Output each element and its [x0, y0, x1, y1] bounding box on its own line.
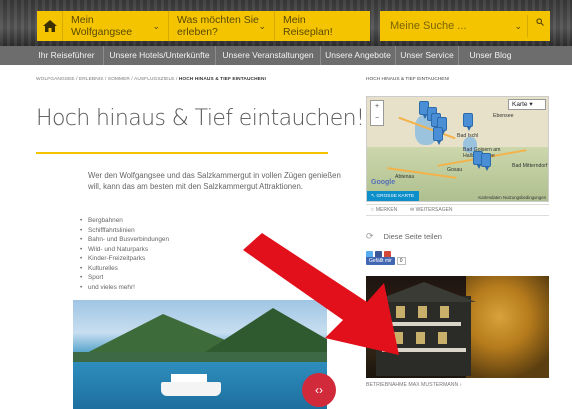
list-item: Schifffahrtslinien: [80, 226, 169, 236]
lake-photo: [73, 300, 327, 409]
attractions-list: Bergbahnen Schifffahrtslinien Bahn- und …: [80, 216, 169, 292]
list-item: Bahn- und Busverbindungen: [80, 235, 169, 245]
photo-window: [438, 332, 447, 344]
menu-item-veranstaltungen[interactable]: Unsere Veranstaltungen: [216, 46, 321, 65]
photo-caption[interactable]: BETRIEBNAHME MAX MUSTERMANN ›: [366, 382, 461, 388]
list-item: Sport: [80, 273, 169, 283]
photo-balcony: [386, 322, 461, 326]
list-item: und vieles mehr!: [80, 283, 169, 293]
mail-icon: ✉: [410, 207, 415, 213]
search-box[interactable]: Meine Suche ... ⌄: [380, 11, 550, 41]
photo-window: [416, 332, 425, 344]
menu-item-reisefuehrer[interactable]: Ihr Reiseführer: [30, 46, 104, 65]
photo-shore: [73, 352, 327, 362]
photo-balcony: [382, 348, 466, 352]
photo-window: [440, 306, 449, 318]
map-label-abtenau: Abtenau: [395, 174, 415, 180]
share-icon: ⟳: [366, 231, 374, 241]
search-input[interactable]: Meine Suche ...: [390, 20, 466, 32]
map-marker[interactable]: [463, 113, 473, 131]
map-label-bad-ischl: Bad Ischl: [457, 133, 479, 139]
breadcrumb-current: HOCH HINAUS & TIEF EINTAUCHEN!: [178, 77, 267, 82]
map-marker[interactable]: [481, 153, 491, 171]
photo-window: [396, 306, 405, 318]
map-terms[interactable]: Kartendaten Nutzungsbedingungen: [478, 195, 546, 200]
remember-button[interactable]: ☆ MERKEN: [370, 205, 397, 216]
menu-item-hotels[interactable]: Unsere Hotels/Unterkünfte: [104, 46, 216, 65]
like-button[interactable]: Gefällt mir: [366, 257, 395, 265]
map-label-bad-mitterndorf: Bad Mitterndorf: [512, 163, 548, 169]
large-map-button[interactable]: ↖ GROSSE KARTE: [367, 191, 419, 201]
home-button[interactable]: [37, 11, 63, 41]
social-icons: [366, 246, 393, 259]
share-label: Diese Seite teilen: [383, 232, 442, 241]
photo-window: [418, 306, 427, 318]
title-underline: [36, 152, 328, 154]
menu-item-blog[interactable]: Unser Blog: [459, 46, 522, 65]
breadcrumb: WOLFGANGSEE / ERLEBNIS / SOMMER / AUSFLU…: [36, 77, 266, 82]
expand-icon: ↖: [371, 194, 376, 199]
chevron-down-icon: ▾: [529, 101, 533, 108]
map-label-gosau: Gosau: [447, 167, 463, 173]
map-actions: ☆ MERKEN ✉ WEITERSAGEN: [366, 204, 549, 216]
hotel-photo[interactable]: [366, 276, 549, 378]
gallery-nav-button[interactable]: ‹›: [302, 373, 336, 407]
map-marker[interactable]: [433, 127, 443, 145]
nav-label: Was möchten Sie erleben?: [177, 14, 259, 38]
photo-window: [394, 332, 403, 344]
main-menu: Ihr Reiseführer Unsere Hotels/Unterkünft…: [0, 46, 572, 65]
list-item: Wild- und Naturparks: [80, 245, 169, 255]
like-count: 0: [396, 257, 406, 265]
map-zoom-control[interactable]: + −: [370, 100, 384, 126]
header: Mein Wolfgangsee ⌄ Was möchten Sie erleben…: [0, 0, 572, 46]
nav-mein-wolfgangsee[interactable]: Mein Wolfgangsee ⌄: [63, 11, 169, 41]
photo-trees: [466, 276, 549, 378]
star-icon: ☆: [370, 207, 375, 213]
chevron-down-icon: ⌄: [258, 21, 266, 31]
chevron-down-icon[interactable]: ⌄: [514, 21, 522, 32]
divider: [527, 15, 528, 37]
nav-label: Mein Wolfgangsee: [71, 14, 133, 38]
search-icon[interactable]: [536, 18, 544, 26]
page-title: Hoch hinaus & Tief eintauchen!: [36, 106, 365, 131]
list-item: Bergbahnen: [80, 216, 169, 226]
list-item: Kulturelles: [80, 264, 169, 274]
chevron-down-icon: ⌄: [152, 21, 160, 31]
photo-roof: [372, 282, 476, 302]
list-item: Kinder-Freizeitparks: [80, 254, 169, 264]
nav-erleben[interactable]: Was möchten Sie erleben? ⌄: [169, 11, 275, 41]
zoom-out-icon[interactable]: −: [375, 115, 379, 122]
map-label-ebensee: Ebensee: [493, 113, 514, 119]
intro-text: Wer den Wolfgangsee und das Salzkammergu…: [88, 171, 341, 191]
map-type-select[interactable]: Karte ▾: [508, 99, 546, 110]
facebook-like: Gefällt mir 0: [366, 257, 406, 265]
sidebar-breadcrumb: HOCH HINAUS & TIEF EINTAUCHEN!: [366, 77, 450, 82]
home-icon: [42, 20, 57, 32]
photo-boat: [161, 382, 221, 396]
zoom-in-icon[interactable]: +: [375, 103, 379, 110]
google-logo: Google: [371, 179, 396, 186]
share-section: ⟳ Diese Seite teilen: [366, 231, 442, 242]
breadcrumb-path[interactable]: WOLFGANGSEE / ERLEBNIS / SOMMER / AUSFLU…: [36, 77, 179, 82]
menu-item-angebote[interactable]: Unsere Angebote: [321, 46, 396, 65]
map-widget[interactable]: Bad Ischl Bad Goisern am Hallstättersee …: [366, 96, 549, 202]
nav-reiseplan[interactable]: Mein Reiseplan!: [275, 11, 370, 41]
nav-label: Mein Reiseplan!: [283, 14, 333, 38]
menu-item-service[interactable]: Unser Service: [396, 46, 459, 65]
chevron-right-icon: ›: [459, 382, 462, 388]
forward-button[interactable]: ✉ WEITERSAGEN: [410, 205, 453, 216]
chevron-left-right-icon: ‹›: [315, 383, 323, 397]
